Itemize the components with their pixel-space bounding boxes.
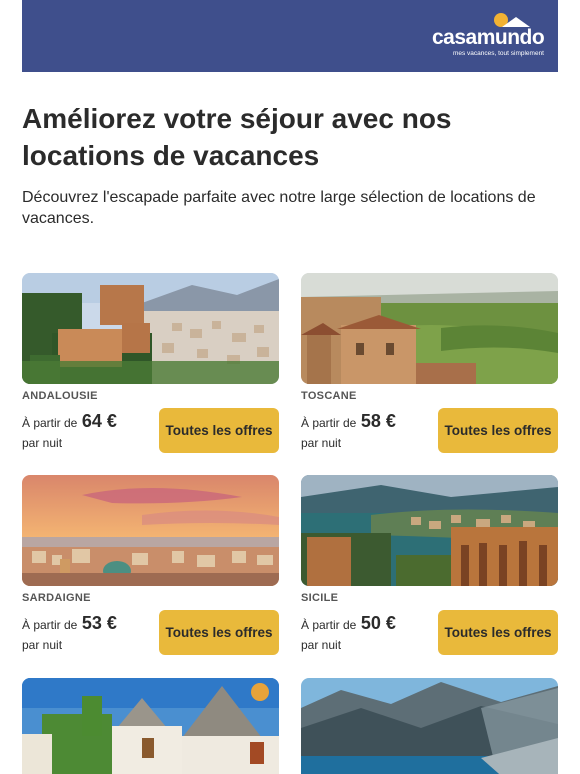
all-offers-button-andalousie[interactable]: Toutes les offres [159, 408, 279, 453]
offer-card-andalousie: ANDALOUSIE À partir de 64 € par nuit Tou… [22, 273, 279, 453]
from-label: À partir de [22, 618, 78, 632]
price-block: À partir de 64 € par nuit [22, 411, 117, 450]
photo-toscane[interactable] [301, 273, 558, 384]
from-label: À partir de [301, 416, 357, 430]
photo-trulli[interactable] [22, 678, 279, 774]
region-label: SICILE [301, 592, 339, 604]
per-night-label: par nuit [22, 638, 63, 652]
region-label: TOSCANE [301, 390, 357, 402]
region-label: SARDAIGNE [22, 592, 91, 604]
per-night-label: par nuit [301, 436, 342, 450]
logo-tagline: mes vacances, tout simplement [452, 50, 544, 57]
region-label: ANDALOUSIE [22, 390, 98, 402]
offer-card-sardaigne: SARDAIGNE À partir de 53 € par nuit Tout… [22, 475, 279, 655]
photo-sardaigne[interactable] [22, 475, 279, 586]
photo-andalousie[interactable] [22, 273, 279, 384]
offer-card-toscane: TOSCANE À partir de 58 € par nuit Toutes… [301, 273, 558, 453]
offer-card-sicile: SICILE À partir de 50 € par nuit Toutes … [301, 475, 558, 655]
email-header: casamundo mes vacances, tout simplement [22, 0, 558, 72]
per-night-label: par nuit [301, 638, 342, 652]
photo-lake[interactable] [301, 678, 558, 774]
offer-card-5 [22, 678, 279, 774]
price-value: 58 € [360, 411, 396, 431]
price-value: 53 € [81, 613, 117, 633]
price-block: À partir de 50 € par nuit [301, 613, 396, 652]
all-offers-button-sicile[interactable]: Toutes les offres [438, 610, 558, 655]
price-value: 64 € [81, 411, 117, 431]
all-offers-button-toscane[interactable]: Toutes les offres [438, 408, 558, 453]
headline: Améliorez votre séjour avec nos location… [22, 103, 452, 171]
offer-card-6 [301, 678, 558, 774]
per-night-label: par nuit [22, 436, 63, 450]
casamundo-logo[interactable]: casamundo mes vacances, tout simplement [432, 12, 545, 60]
from-label: À partir de [22, 416, 78, 430]
intro-text: Découvrez l'escapade parfaite avec notre… [22, 189, 536, 227]
photo-sicile[interactable] [301, 475, 558, 586]
price-block: À partir de 53 € par nuit [22, 613, 117, 652]
logo-wordmark: casamundo [432, 26, 545, 49]
price-block: À partir de 58 € par nuit [301, 411, 396, 450]
price-value: 50 € [360, 613, 396, 633]
all-offers-button-sardaigne[interactable]: Toutes les offres [159, 610, 279, 655]
from-label: À partir de [301, 618, 357, 632]
